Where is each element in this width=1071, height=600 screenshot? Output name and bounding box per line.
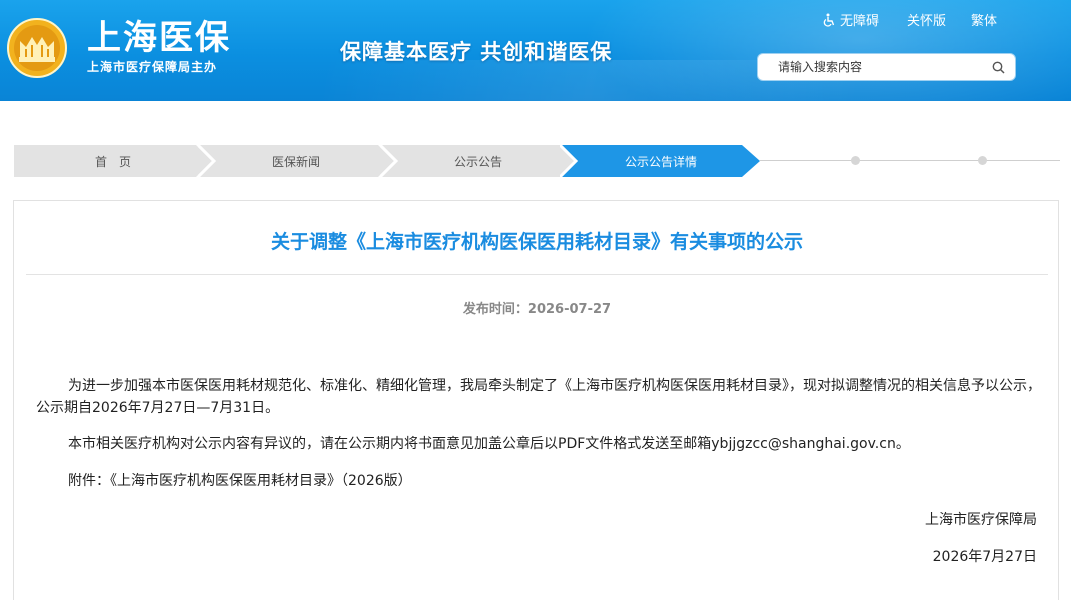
issuer-signature: 上海市医疗保障局: [925, 512, 1037, 528]
issue-date: 2026年7月27日: [932, 549, 1037, 565]
article-paragraph: 本市相关医疗机构对公示内容有异议的，请在公示期内将书面意见加盖公章后以PDF文件…: [68, 436, 910, 452]
elder-care-link[interactable]: 关怀版: [907, 10, 971, 29]
breadcrumb: 首 页 医保新闻 公示公告 公示公告详情: [14, 145, 774, 177]
brand-name: 上海医保: [87, 18, 231, 58]
breadcrumb-notices[interactable]: 公示公告: [380, 145, 576, 177]
breadcrumb-dot: [978, 156, 987, 165]
site-header: 上海医保 上海市医疗保障局主办 保障基本医疗 共创和谐医保 无障碍 关怀版 繁体: [0, 0, 1071, 101]
breadcrumb-news[interactable]: 医保新闻: [198, 145, 394, 177]
header-slogan: 保障基本医疗 共创和谐医保: [340, 40, 613, 64]
breadcrumb-home-label: 首 页: [94, 154, 131, 169]
traditional-chinese-link-label: 繁体: [971, 14, 998, 29]
search-icon: [992, 61, 1005, 74]
article: 关于调整《上海市医疗机构医保医用耗材目录》有关事项的公示 发布时间：2026-0…: [13, 200, 1059, 600]
elder-care-link-label: 关怀版: [907, 14, 947, 29]
brand-subtitle: 上海市医疗保障局主办: [87, 60, 218, 74]
publish-date: 发布时间：2026-07-27: [462, 302, 612, 317]
search-button[interactable]: [981, 54, 1015, 80]
article-paragraph: 为进一步加强本市医保医用耗材规范化、标准化、精细化管理，我局牵头制定了《上海市医…: [36, 378, 1041, 416]
article-title: 关于调整《上海市医疗机构医保医用耗材目录》有关事项的公示: [270, 231, 803, 253]
breadcrumb-notice-detail[interactable]: 公示公告详情: [560, 145, 762, 177]
breadcrumb-notice-detail-label: 公示公告详情: [624, 154, 697, 169]
breadcrumb-notices-label: 公示公告: [453, 154, 502, 169]
top-links: 无障碍 关怀版 繁体: [822, 10, 997, 29]
traditional-chinese-link[interactable]: 繁体: [971, 10, 997, 29]
attachment-line: 附件：《上海市医疗机构医保医用耗材目录》（2026版）: [68, 473, 412, 489]
breadcrumb-home[interactable]: 首 页: [14, 145, 212, 177]
accessibility-link-label: 无障碍: [840, 14, 880, 29]
breadcrumb-dot: [851, 156, 860, 165]
accessibility-link[interactable]: 无障碍: [822, 10, 907, 29]
breadcrumb-rail: [760, 160, 1060, 161]
title-divider: [26, 274, 1048, 275]
emblem-logo-icon: [7, 18, 67, 78]
breadcrumb-news-label: 医保新闻: [271, 154, 320, 169]
search-input[interactable]: [758, 54, 981, 80]
search-box: [757, 53, 1016, 81]
wheelchair-icon: [823, 13, 835, 27]
